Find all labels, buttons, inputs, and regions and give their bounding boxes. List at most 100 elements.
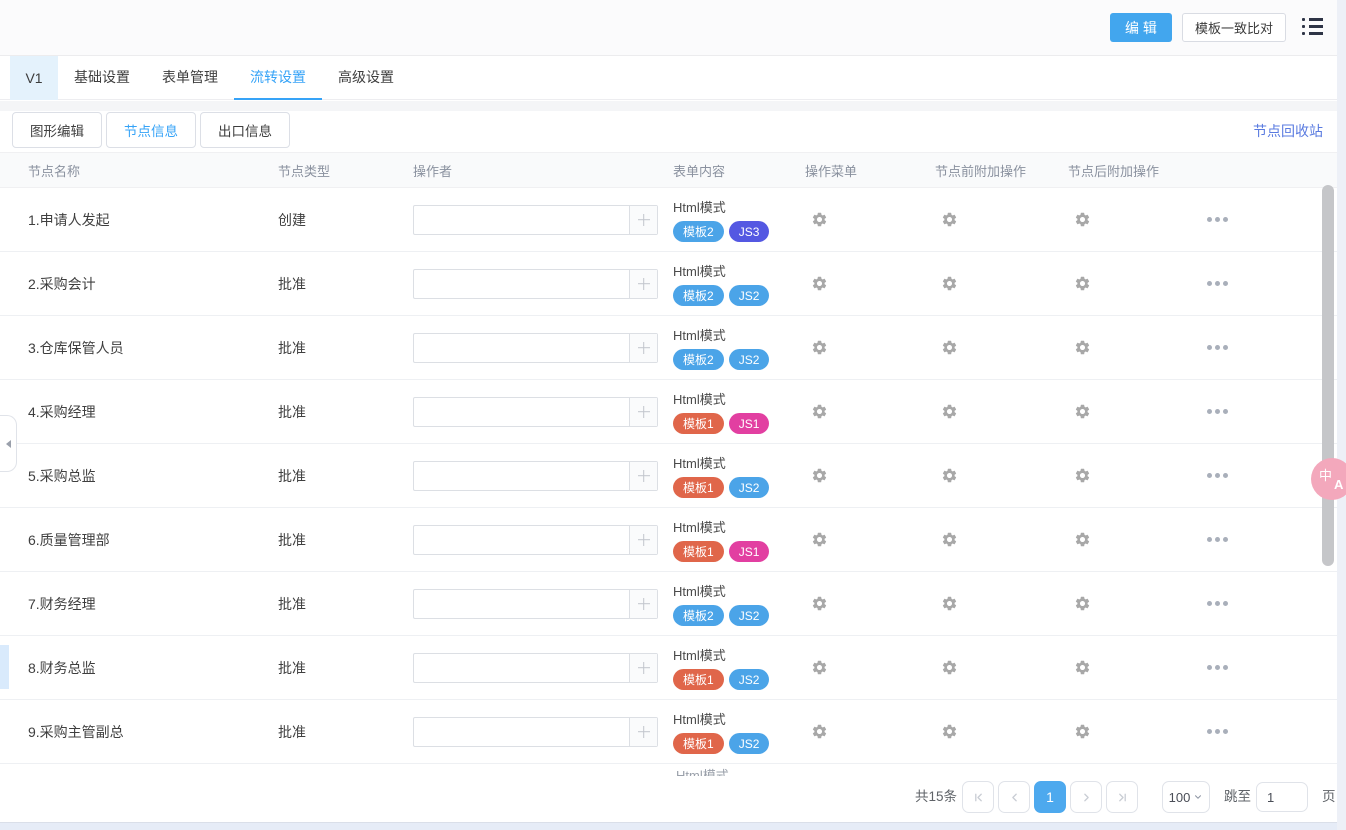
operator-input[interactable] <box>414 462 629 490</box>
template-badge[interactable]: 模板2 <box>673 605 724 626</box>
node-name: 3.仓库保管人员 <box>0 338 278 358</box>
operator-input[interactable] <box>414 334 629 362</box>
pre-node-ops-gear-button[interactable] <box>935 275 1068 292</box>
subtab-graph-edit[interactable]: 图形编辑 <box>12 112 102 148</box>
more-actions-button[interactable] <box>1205 345 1337 350</box>
form-mode-label: Html模式 <box>673 389 805 408</box>
js-badge[interactable]: JS1 <box>729 413 770 434</box>
pre-node-ops-gear-button[interactable] <box>935 723 1068 740</box>
pre-node-ops-gear-button[interactable] <box>935 403 1068 420</box>
node-recycle-bin-link[interactable]: 节点回收站 <box>1253 121 1323 141</box>
js-badge[interactable]: JS2 <box>729 669 770 690</box>
pre-node-ops-gear-button[interactable] <box>935 211 1068 228</box>
more-actions-button[interactable] <box>1205 217 1337 222</box>
edit-button[interactable]: 编 辑 <box>1110 13 1172 42</box>
add-operator-button[interactable] <box>629 334 657 362</box>
add-operator-button[interactable] <box>629 590 657 618</box>
post-node-ops-gear-button[interactable] <box>1068 531 1205 548</box>
add-operator-button[interactable] <box>629 654 657 682</box>
translate-button[interactable]: 中 A <box>1311 458 1346 500</box>
js-badge[interactable]: JS2 <box>729 477 770 498</box>
operation-menu-gear-button[interactable] <box>805 403 935 420</box>
operation-menu-gear-button[interactable] <box>805 531 935 548</box>
template-badge[interactable]: 模板1 <box>673 477 724 498</box>
tab-form-management[interactable]: 表单管理 <box>146 56 234 100</box>
tab-advanced-settings[interactable]: 高级设置 <box>322 56 410 100</box>
js-badge[interactable]: JS2 <box>729 733 770 754</box>
operation-menu-gear-button[interactable] <box>805 339 935 356</box>
more-actions-button[interactable] <box>1205 665 1337 670</box>
subtab-exit-info[interactable]: 出口信息 <box>200 112 290 148</box>
col-node-type: 节点类型 <box>278 161 413 180</box>
more-actions-button[interactable] <box>1205 281 1337 286</box>
operation-menu-gear-button[interactable] <box>805 723 935 740</box>
operation-menu-gear-button[interactable] <box>805 467 935 484</box>
template-badge[interactable]: 模板1 <box>673 541 724 562</box>
first-page-button[interactable] <box>962 781 994 813</box>
add-operator-button[interactable] <box>629 718 657 746</box>
version-badge[interactable]: V1 <box>10 56 58 100</box>
more-actions-button[interactable] <box>1205 601 1337 606</box>
pre-node-ops-gear-button[interactable] <box>935 467 1068 484</box>
post-node-ops-gear-button[interactable] <box>1068 723 1205 740</box>
post-node-ops-gear-button[interactable] <box>1068 659 1205 676</box>
menu-list-icon[interactable] <box>1302 18 1323 35</box>
js-badge[interactable]: JS2 <box>729 349 770 370</box>
template-badge[interactable]: 模板2 <box>673 221 724 242</box>
post-node-ops-gear-button[interactable] <box>1068 595 1205 612</box>
node-name: 5.采购总监 <box>0 466 278 486</box>
page-size-select[interactable]: 100 <box>1162 781 1210 813</box>
next-page-button[interactable] <box>1070 781 1102 813</box>
more-actions-button[interactable] <box>1205 537 1337 542</box>
operator-input[interactable] <box>414 718 629 746</box>
tab-flow-settings[interactable]: 流转设置 <box>234 56 322 100</box>
template-badge[interactable]: 模板2 <box>673 285 724 306</box>
post-node-ops-gear-button[interactable] <box>1068 211 1205 228</box>
js-badge[interactable]: JS3 <box>729 221 770 242</box>
add-operator-button[interactable] <box>629 398 657 426</box>
add-operator-button[interactable] <box>629 526 657 554</box>
form-mode-label: Html模式 <box>673 709 805 728</box>
tab-basic-settings[interactable]: 基础设置 <box>58 56 146 100</box>
operator-input[interactable] <box>414 590 629 618</box>
more-actions-button[interactable] <box>1205 729 1337 734</box>
subtab-node-info[interactable]: 节点信息 <box>106 112 196 148</box>
gear-icon <box>1074 211 1091 228</box>
add-operator-button[interactable] <box>629 206 657 234</box>
collapse-panel-handle[interactable] <box>0 415 17 472</box>
page-1-button[interactable]: 1 <box>1034 781 1066 813</box>
template-badge[interactable]: 模板1 <box>673 413 724 434</box>
operator-input[interactable] <box>414 654 629 682</box>
pre-node-ops-gear-button[interactable] <box>935 659 1068 676</box>
template-badge[interactable]: 模板2 <box>673 349 724 370</box>
pre-node-ops-gear-button[interactable] <box>935 339 1068 356</box>
operation-menu-gear-button[interactable] <box>805 595 935 612</box>
operator-input[interactable] <box>414 526 629 554</box>
operator-input[interactable] <box>414 270 629 298</box>
template-badge[interactable]: 模板1 <box>673 669 724 690</box>
operation-menu-gear-button[interactable] <box>805 659 935 676</box>
template-badge[interactable]: 模板1 <box>673 733 724 754</box>
scrollbar-thumb[interactable] <box>1322 185 1334 566</box>
sub-tabs: 图形编辑 节点信息 出口信息 <box>12 112 290 148</box>
post-node-ops-gear-button[interactable] <box>1068 467 1205 484</box>
prev-page-button[interactable] <box>998 781 1030 813</box>
post-node-ops-gear-button[interactable] <box>1068 275 1205 292</box>
js-badge[interactable]: JS2 <box>729 285 770 306</box>
js-badge[interactable]: JS2 <box>729 605 770 626</box>
post-node-ops-gear-button[interactable] <box>1068 339 1205 356</box>
add-operator-button[interactable] <box>629 462 657 490</box>
operation-menu-gear-button[interactable] <box>805 275 935 292</box>
operator-input[interactable] <box>414 206 629 234</box>
pre-node-ops-gear-button[interactable] <box>935 531 1068 548</box>
operator-input[interactable] <box>414 398 629 426</box>
template-compare-button[interactable]: 模板一致比对 <box>1182 13 1286 42</box>
js-badge[interactable]: JS1 <box>729 541 770 562</box>
more-actions-button[interactable] <box>1205 409 1337 414</box>
pre-node-ops-gear-button[interactable] <box>935 595 1068 612</box>
post-node-ops-gear-button[interactable] <box>1068 403 1205 420</box>
add-operator-button[interactable] <box>629 270 657 298</box>
jump-page-input[interactable] <box>1256 782 1308 812</box>
operation-menu-gear-button[interactable] <box>805 211 935 228</box>
last-page-button[interactable] <box>1106 781 1138 813</box>
